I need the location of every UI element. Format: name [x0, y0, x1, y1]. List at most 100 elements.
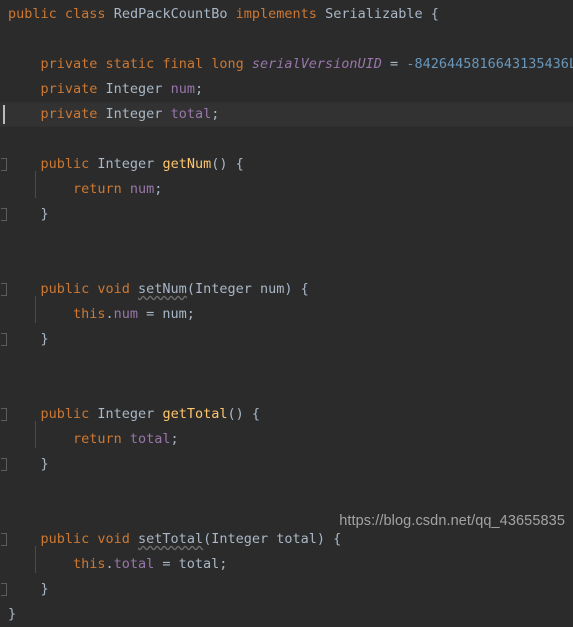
code-token-punc: ;	[219, 556, 228, 572]
code-token-sfld: serialVersionUID	[251, 56, 382, 72]
code-token-typo: setTotal	[138, 531, 204, 547]
code-line[interactable]: }	[0, 577, 573, 602]
code-token-plain: num	[260, 281, 285, 297]
code-line-text: }	[8, 577, 48, 602]
code-token-punc: (	[186, 281, 195, 297]
code-token-punc: }	[8, 606, 17, 622]
code-token-type: Integer	[97, 156, 155, 172]
csdn-watermark: https://blog.csdn.net/qq_43655835	[339, 513, 565, 529]
code-line[interactable]: }	[0, 452, 573, 477]
code-line-text: }	[8, 327, 48, 352]
code-token-type: Integer	[211, 531, 269, 547]
code-token-kw: long	[211, 56, 244, 72]
code-token-punc: }	[40, 456, 49, 472]
code-line[interactable]: public void setNum(Integer num) {	[0, 277, 573, 302]
code-token-type: Serializable	[325, 6, 423, 22]
code-token-plain: =	[154, 556, 179, 572]
code-line[interactable]	[0, 252, 573, 277]
code-token-punc: () {	[211, 156, 244, 172]
code-token-type: Integer	[194, 281, 252, 297]
code-line[interactable]: public Integer getTotal() {	[0, 402, 573, 427]
code-line[interactable]	[0, 352, 573, 377]
code-token-plain: =	[381, 56, 407, 72]
code-line-text: this.total = total;	[8, 552, 227, 577]
code-token-kw: implements	[235, 6, 317, 22]
code-line-text: public void setNum(Integer num) {	[8, 277, 309, 302]
code-line[interactable]	[0, 27, 573, 52]
code-token-type: RedPackCountBo	[113, 6, 228, 22]
code-token-punc: ;	[211, 106, 220, 122]
code-line-text: }	[8, 452, 49, 477]
code-token-kw: public	[40, 531, 90, 547]
code-line[interactable]: private static final long serialVersionU…	[0, 52, 573, 77]
code-line[interactable]: public class RedPackCountBo implements S…	[0, 2, 573, 27]
code-line[interactable]: this.total = total;	[0, 552, 573, 577]
code-line[interactable]: return num;	[0, 177, 573, 202]
code-token-kw: void	[97, 531, 130, 547]
code-token-kw: static	[105, 56, 155, 72]
code-line[interactable]: this.num = num;	[0, 302, 573, 327]
code-token-fld: total	[129, 431, 171, 447]
code-line-text: private Integer total;	[8, 102, 219, 127]
code-token-kw: public	[40, 156, 90, 172]
code-line[interactable]	[0, 377, 573, 402]
code-token-punc: {	[430, 6, 439, 22]
code-token-punc: .	[105, 306, 114, 322]
code-token-punc: ;	[186, 306, 195, 322]
code-line-text: }	[8, 202, 49, 227]
code-token-fld: total	[113, 556, 155, 572]
code-token-kw: public	[40, 281, 90, 297]
code-token-kw: this	[72, 556, 106, 572]
code-token-punc: ) {	[316, 531, 342, 547]
code-line[interactable]	[0, 127, 573, 152]
code-line[interactable]: private Integer total;	[0, 102, 573, 127]
code-token-punc: () {	[227, 406, 260, 422]
code-token-typo: setNum	[138, 281, 187, 297]
code-token-mth: getTotal	[162, 406, 228, 422]
code-token-punc: ) {	[284, 281, 309, 297]
code-token-plain: total	[276, 531, 317, 547]
code-line-text: return num;	[8, 177, 162, 202]
code-token-kw: class	[64, 6, 106, 22]
code-token-plain: =	[138, 306, 163, 322]
code-line[interactable]: return total;	[0, 427, 573, 452]
code-line[interactable]: public Integer getNum() {	[0, 152, 573, 177]
code-token-punc: }	[40, 206, 49, 222]
code-token-plain: num	[162, 306, 187, 322]
code-token-punc: ;	[194, 81, 204, 97]
code-line-text: private Integer num;	[8, 77, 203, 102]
code-line[interactable]: private Integer num;	[0, 77, 573, 102]
code-line-text: this.num = num;	[8, 302, 195, 327]
code-editor[interactable]: public class RedPackCountBo implements S…	[0, 0, 573, 622]
code-token-kw: void	[97, 281, 130, 297]
code-line[interactable]	[0, 477, 573, 502]
code-line[interactable]: }	[0, 602, 573, 627]
code-token-kw: private	[40, 56, 98, 72]
code-line-text: public void setTotal(Integer total) {	[8, 527, 341, 552]
code-line[interactable]: }	[0, 327, 573, 352]
code-token-fld: num	[113, 306, 138, 322]
code-line-text: public Integer getNum() {	[8, 152, 244, 177]
code-line[interactable]: }	[0, 202, 573, 227]
code-line-text: public class RedPackCountBo implements S…	[8, 2, 439, 27]
code-token-kw: return	[72, 431, 122, 447]
code-token-type: Integer	[97, 406, 155, 422]
code-line-text: }	[8, 602, 16, 627]
code-token-punc: ;	[154, 181, 163, 197]
code-token-fld: num	[129, 181, 155, 197]
code-line[interactable]	[0, 227, 573, 252]
code-token-fld: total	[170, 106, 212, 122]
code-token-mth: getNum	[162, 156, 212, 172]
